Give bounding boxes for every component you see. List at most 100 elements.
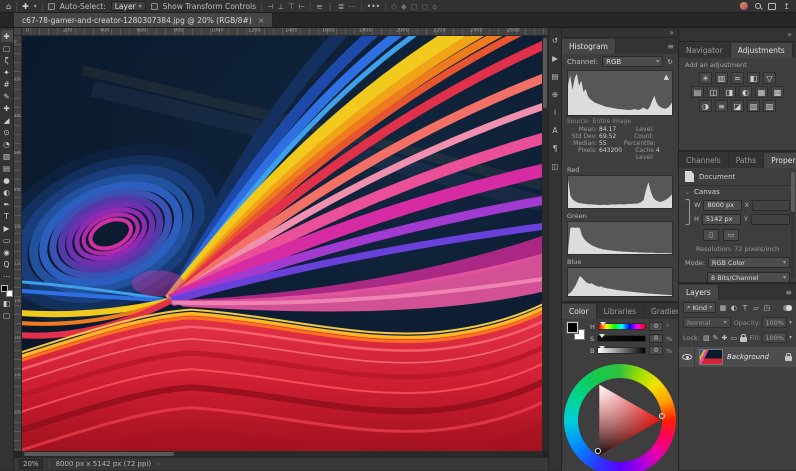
vibrance-icon[interactable]: ▽ [763,72,776,84]
type-tool[interactable]: T [1,210,13,222]
distribute-icon[interactable]: ⋮ [327,2,335,11]
tab-layers[interactable]: Layers [679,285,719,300]
vertical-scrollbar[interactable] [542,36,548,451]
canvas-section-header[interactable]: ⌄ Canvas [679,185,796,198]
black-white-icon[interactable]: ◨ [723,86,736,98]
document-canvas[interactable] [22,36,542,451]
clone-stamp-tool[interactable]: ⊙ [1,126,13,138]
lock-position-icon[interactable]: ✚ [722,334,728,342]
threshold-icon[interactable]: ◪ [731,100,744,112]
gradient-map-icon[interactable]: ▧ [747,100,760,112]
edit-toolbar[interactable]: ⋯ [1,270,13,282]
more-options-button[interactable]: ••• [367,2,380,11]
slider-value-field[interactable]: 0 [649,346,663,355]
channel-dropdown[interactable]: RGB ▾ [602,56,663,67]
layer-thumbnail[interactable] [699,349,723,365]
posterize-icon[interactable]: ≡ [715,100,728,112]
align-icon[interactable]: ⊥ [278,2,285,11]
foreground-background-swatches[interactable] [567,322,585,340]
blur-tool[interactable]: ● [1,174,13,186]
tab-libraries[interactable]: Libraries [597,304,644,319]
tab-color[interactable]: Color [562,304,597,319]
search-icon[interactable] [755,3,761,9]
orientation-portrait-button[interactable]: ▯ [703,229,719,241]
brush-settings-icon[interactable]: ▤ [549,70,561,82]
character-icon[interactable]: A [549,124,561,136]
vertical-ruler[interactable]: 0200400600800100012001400160018002000 [14,36,22,451]
3d-mode-icon[interactable]: ⌂ [432,2,437,11]
tab-properties[interactable]: Properties [764,153,796,168]
marquee-tool[interactable]: ▢ [1,42,13,54]
channel-mixer-icon[interactable]: ▦ [755,86,768,98]
account-avatar[interactable] [740,2,748,10]
3d-mode-icon[interactable]: ◇ [391,2,397,11]
source-value[interactable]: Entire Image [593,118,631,125]
filter-pixel-icon[interactable]: ▦ [718,303,728,313]
layer-filter-dropdown[interactable]: ⌕ Kind ▾ [683,302,716,313]
auto-select-dropdown[interactable]: Layer ▾ [111,1,146,11]
invert-icon[interactable]: ◑ [699,100,712,112]
tab-histogram[interactable]: Histogram [562,39,616,54]
slider-value-field[interactable]: 0 [649,322,663,331]
color-marker[interactable] [595,448,601,454]
color-mode-dropdown[interactable]: RGB Color ▾ [708,257,790,268]
tab-channels[interactable]: Channels [679,153,729,168]
healing-brush-tool[interactable]: ✚ [1,102,13,114]
slider-value-field[interactable]: 0 [649,334,663,343]
quick-selection-tool[interactable]: ✦ [1,66,13,78]
3d-mode-icon[interactable]: ◆ [401,2,407,11]
crop-tool[interactable]: # [1,78,13,90]
ruler-origin[interactable] [14,28,22,36]
panel-menu-icon[interactable]: ≡ [663,42,678,51]
slider-track[interactable] [597,335,646,342]
collapse-icon[interactable]: » [787,30,792,39]
shape-tool[interactable]: ▭ [1,234,13,246]
gradient-tool[interactable]: ▤ [1,162,13,174]
lock-pixels-icon[interactable]: ✎ [713,334,719,342]
close-icon[interactable]: × [258,16,265,25]
bit-depth-dropdown[interactable]: 8 Bits/Channel ▾ [707,272,790,283]
align-icon[interactable]: ⊤ [288,2,295,11]
selective-color-icon[interactable]: ▨ [763,100,776,112]
levels-icon[interactable]: ▥ [715,72,728,84]
exposure-icon[interactable]: ◧ [747,72,760,84]
home-icon[interactable]: ⌂ [6,0,11,13]
foreground-color-swatch[interactable] [567,322,578,333]
tab-paths[interactable]: Paths [729,153,764,168]
info-icon[interactable]: i [549,106,561,118]
photo-filter-icon[interactable]: ◐ [739,86,752,98]
collapse-icon[interactable]: » [669,28,674,37]
dodge-tool[interactable]: ◐ [1,186,13,198]
history-brush-tool[interactable]: ◔ [1,138,13,150]
horizontal-ruler[interactable]: 0200400600800100012001400160018002000220… [22,28,548,36]
lock-transparent-icon[interactable]: ▨ [703,334,710,342]
color-balance-icon[interactable]: ◫ [707,86,720,98]
distribute-icon[interactable]: ≡ [316,2,322,11]
document-tab[interactable]: c67-78-gamer-and-creator-1280307384.jpg … [14,13,273,27]
filter-type-icon[interactable]: T [740,303,750,313]
blend-mode-dropdown[interactable]: Normal ▾ [683,317,731,328]
align-icon[interactable]: ⊣ [267,2,274,11]
show-transform-checkbox[interactable] [151,3,158,10]
orientation-landscape-button[interactable]: ▭ [723,229,739,241]
share-icon[interactable]: ↥ [783,2,790,11]
workspace-icon[interactable] [768,3,776,10]
pen-tool[interactable]: ✒ [1,198,13,210]
uncached-refresh-icon[interactable]: ↻ [667,58,673,66]
zoom-tool[interactable]: Q [1,258,13,270]
move-tool[interactable]: ✚ [1,30,13,42]
path-selection-tool[interactable]: ▶ [1,222,13,234]
hue-saturation-icon[interactable]: ▤ [691,86,704,98]
opacity-field[interactable]: 100% [762,317,787,328]
3d-mode-icon[interactable]: ○ [422,2,429,11]
actions-icon[interactable]: ▶ [549,52,561,64]
move-tool-icon[interactable]: ✚ [22,0,29,13]
column-collapse-bar[interactable]: » [562,28,678,38]
slider-track[interactable] [598,323,646,330]
hand-tool[interactable]: ◉ [1,246,13,258]
quick-mask-button[interactable]: ◧ [1,297,13,309]
zoom-level-field[interactable]: 20% [19,459,43,469]
color-lookup-icon[interactable]: ▩ [771,86,784,98]
curves-icon[interactable]: ≈ [731,72,744,84]
libraries-icon[interactable]: ◫ [549,160,561,172]
